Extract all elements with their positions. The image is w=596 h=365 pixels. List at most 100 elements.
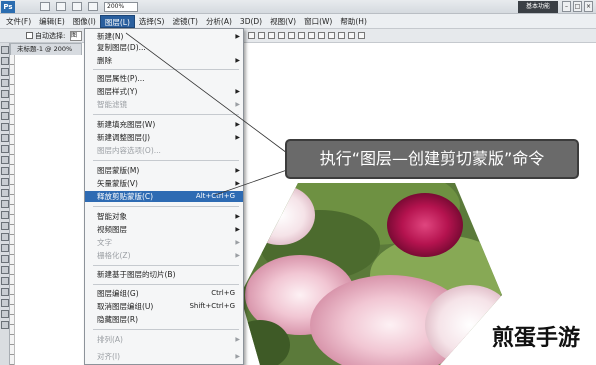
auto-select-checkbox[interactable] (26, 32, 33, 39)
eraser-tool-icon[interactable] (1, 156, 9, 164)
distribute-center-icon[interactable] (348, 32, 355, 39)
submenu-arrow-icon: ▶ (235, 252, 240, 259)
close-button[interactable]: × (584, 1, 593, 12)
menu-window[interactable]: 窗口(W) (300, 15, 336, 28)
quick-select-tool-icon[interactable] (1, 79, 9, 87)
pen-tool-icon[interactable] (1, 200, 9, 208)
align-bottom-icon[interactable] (268, 32, 275, 39)
menu-item-delete[interactable]: 删除 ▶ (85, 55, 243, 66)
marquee-tool-icon[interactable] (1, 57, 9, 65)
menu-item-new-fill-layer[interactable]: 新建填充图层(W) ▶ (85, 119, 243, 130)
align-right-icon[interactable] (298, 32, 305, 39)
healing-brush-tool-icon[interactable] (1, 112, 9, 120)
path-select-tool-icon[interactable] (1, 222, 9, 230)
menu-item-layer-content-options[interactable]: 图层内容选项(O)... (85, 145, 243, 156)
menu-item-align[interactable]: 对齐(I) ▶ (85, 351, 243, 362)
menu-item-label: 图层编组(G) (97, 289, 139, 298)
maximize-button[interactable]: □ (573, 1, 582, 12)
crop-tool-icon[interactable] (1, 90, 9, 98)
hand-tool-icon[interactable] (1, 266, 9, 274)
clone-stamp-tool-icon[interactable] (1, 134, 9, 142)
submenu-arrow-icon: ▶ (235, 167, 240, 174)
zoom-tool-icon[interactable] (1, 277, 9, 285)
align-top-icon[interactable] (248, 32, 255, 39)
menu-item-label: 复制图层(D)... (97, 43, 146, 52)
minimize-button[interactable]: – (562, 1, 571, 12)
quick-mask-icon[interactable] (1, 310, 9, 318)
menu-item-label: 矢量蒙版(V) (97, 179, 138, 188)
menu-view[interactable]: 视图(V) (266, 15, 300, 28)
submenu-arrow-icon: ▶ (235, 336, 240, 343)
menu-select[interactable]: 选择(S) (135, 15, 169, 28)
menu-item-new[interactable]: 新建(N) ▶ (85, 31, 243, 42)
screen-mode-icon[interactable] (1, 321, 9, 329)
menu-separator (93, 160, 239, 161)
distribute-top-icon[interactable] (308, 32, 315, 39)
menu-item-layer-properties[interactable]: 图层属性(P)... (85, 73, 243, 84)
submenu-arrow-icon: ▶ (235, 213, 240, 220)
distribute-bottom-icon[interactable] (328, 32, 335, 39)
menu-item-new-adjustment-layer[interactable]: 新建调整图层(J) ▶ (85, 132, 243, 143)
menu-item-smart-filter[interactable]: 智能滤镜 ▶ (85, 99, 243, 110)
auto-select-dropdown[interactable]: 图 (70, 31, 82, 41)
menu-file[interactable]: 文件(F) (2, 15, 35, 28)
menu-layer[interactable]: 图层(L) (99, 14, 135, 28)
menu-help[interactable]: 帮助(H) (336, 15, 371, 28)
hand-icon[interactable] (88, 2, 98, 11)
lasso-tool-icon[interactable] (1, 68, 9, 76)
submenu-arrow-icon: ▶ (235, 353, 240, 360)
3d-camera-tool-icon[interactable] (1, 255, 9, 263)
window-controls: – □ × (562, 1, 593, 12)
menu-filter[interactable]: 滤镜(T) (169, 15, 202, 28)
photoshop-logo-icon: Ps (1, 1, 15, 13)
zoom-level[interactable]: 200% (104, 2, 138, 12)
menu-edit[interactable]: 编辑(E) (35, 15, 69, 28)
menu-item-label: 智能滤镜 (97, 100, 127, 109)
align-middle-icon[interactable] (258, 32, 265, 39)
menu-item-group-layers[interactable]: 图层编组(G) Ctrl+G (85, 288, 243, 299)
document-tab[interactable]: 未标题-1 @ 200% (10, 43, 82, 55)
foreground-color-swatch[interactable] (1, 288, 9, 296)
menu-item-arrange[interactable]: 排列(A) ▶ (85, 334, 243, 345)
menu-item-layer-style[interactable]: 图层样式(Y) ▶ (85, 86, 243, 97)
move-tool-icon[interactable] (1, 46, 9, 54)
align-left-icon[interactable] (278, 32, 285, 39)
menu-item-ungroup-layers[interactable]: 取消图层编组(U) Shift+Ctrl+G (85, 301, 243, 312)
workspace-button[interactable]: 基本功能 (518, 1, 558, 13)
menu-analysis[interactable]: 分析(A) (202, 15, 236, 28)
menu-3d[interactable]: 3D(D) (236, 15, 266, 28)
menu-image[interactable]: 图像(I) (69, 15, 100, 28)
instruction-callout: 执行“图层—创建剪切蒙版”命令 (285, 139, 579, 179)
shape-tool-icon[interactable] (1, 233, 9, 241)
menu-item-video-layers[interactable]: 视频图层 ▶ (85, 224, 243, 235)
menu-item-label: 图层内容选项(O)... (97, 146, 161, 155)
distribute-left-icon[interactable] (338, 32, 345, 39)
distribute-right-icon[interactable] (358, 32, 365, 39)
brush-tool-icon[interactable] (1, 123, 9, 131)
align-center-icon[interactable] (288, 32, 295, 39)
menu-item-layer-mask[interactable]: 图层蒙版(M) ▶ (85, 165, 243, 176)
distribute-middle-icon[interactable] (318, 32, 325, 39)
gradient-tool-icon[interactable] (1, 167, 9, 175)
mini-bridge-icon[interactable] (56, 2, 66, 11)
history-brush-tool-icon[interactable] (1, 145, 9, 153)
type-tool-icon[interactable] (1, 211, 9, 219)
bridge-icon[interactable] (40, 2, 50, 11)
menu-item-rasterize[interactable]: 栅格化(Z) ▶ (85, 250, 243, 261)
dodge-tool-icon[interactable] (1, 189, 9, 197)
menu-item-label: 排列(A) (97, 335, 123, 344)
menu-item-vector-mask[interactable]: 矢量蒙版(V) ▶ (85, 178, 243, 189)
menu-item-duplicate-layer[interactable]: 复制图层(D)... (85, 42, 243, 53)
3d-rotate-tool-icon[interactable] (1, 244, 9, 252)
menu-item-hide-layers[interactable]: 隐藏图层(R) (85, 314, 243, 325)
menu-item-smart-objects[interactable]: 智能对象 ▶ (85, 211, 243, 222)
flower-photo-image (240, 183, 502, 365)
menu-item-new-layer-based-slice[interactable]: 新建基于图层的切片(B) (85, 269, 243, 280)
view-extras-icon[interactable] (72, 2, 82, 11)
blur-tool-icon[interactable] (1, 178, 9, 186)
menu-separator (93, 206, 239, 207)
background-color-swatch[interactable] (1, 299, 9, 307)
menu-item-type[interactable]: 文字 ▶ (85, 237, 243, 248)
eyedropper-tool-icon[interactable] (1, 101, 9, 109)
menu-item-release-clipping-mask[interactable]: 释放剪贴蒙版(C) Alt+Ctrl+G (85, 191, 243, 202)
